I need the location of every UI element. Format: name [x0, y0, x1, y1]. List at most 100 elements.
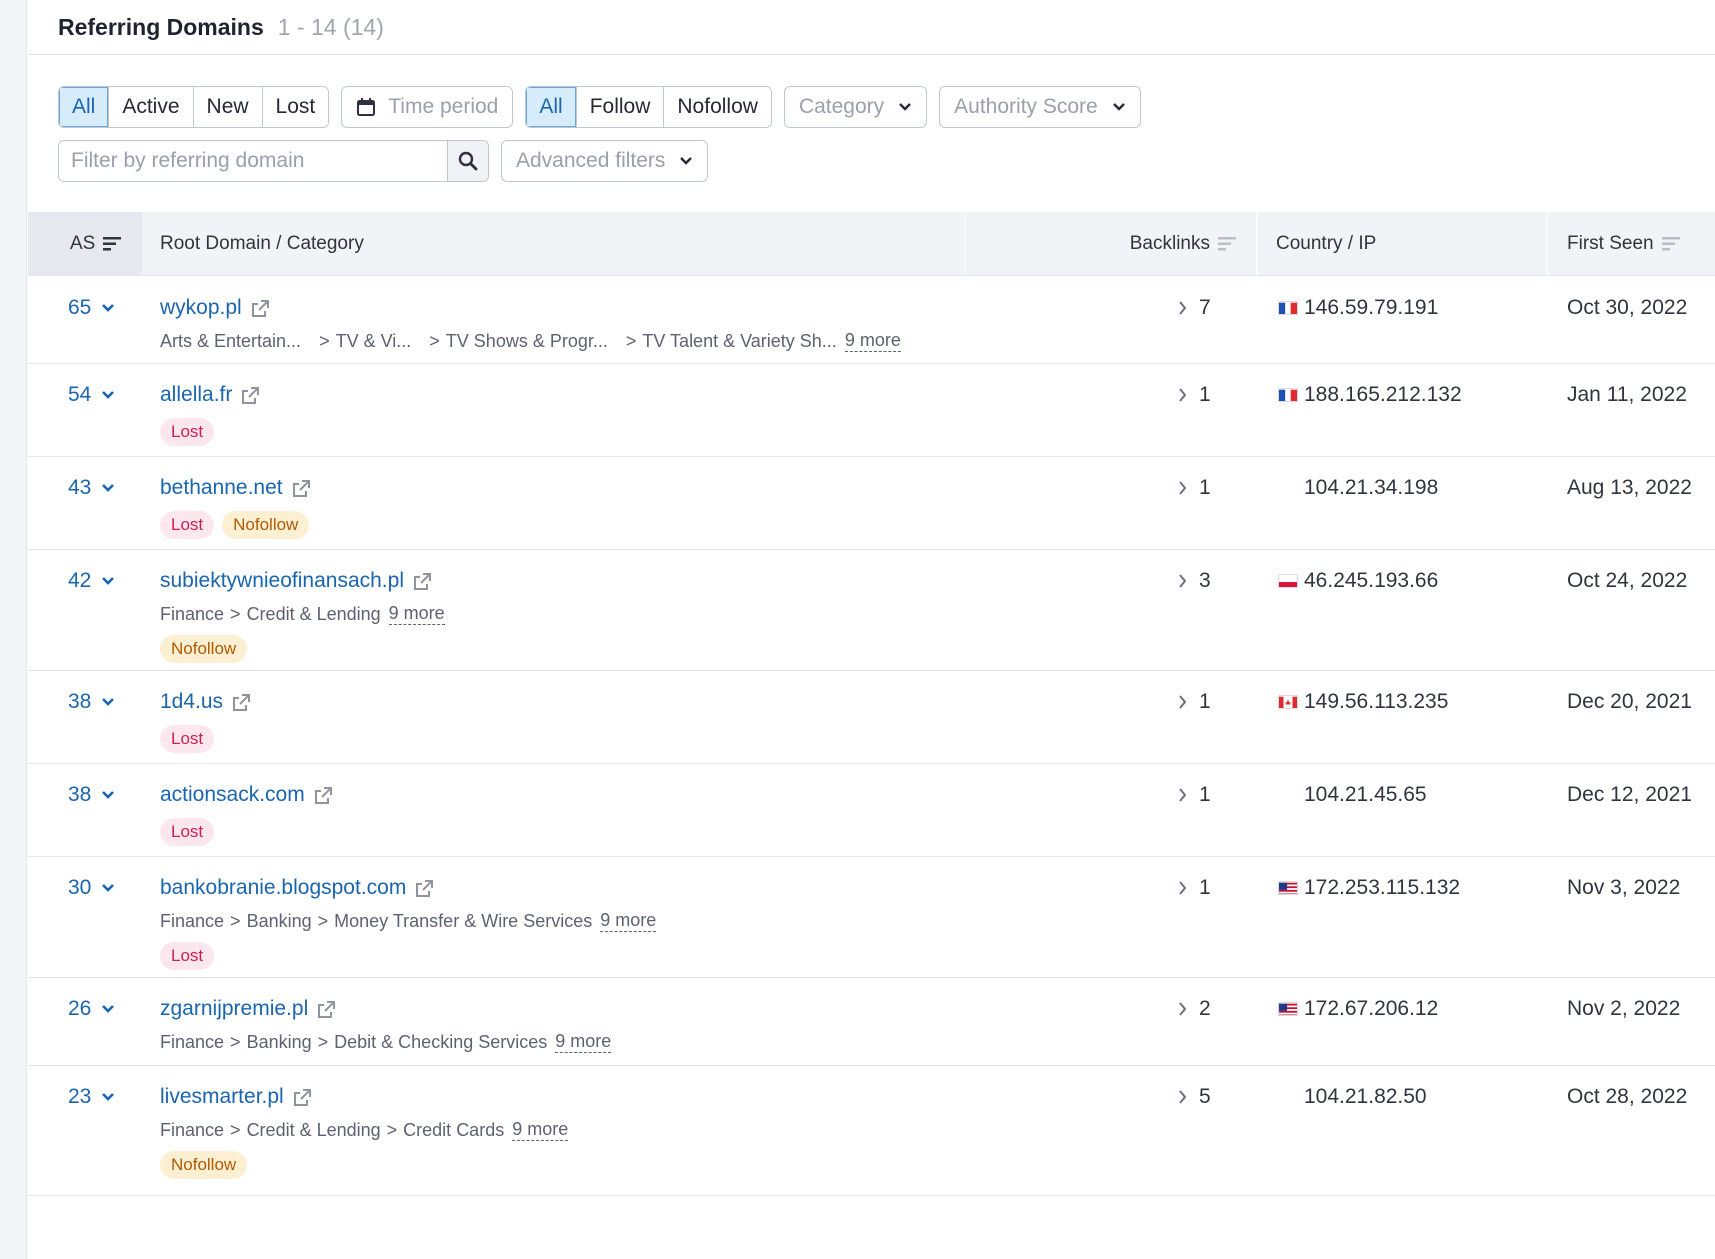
domain-link[interactable]: bethanne.net	[160, 476, 283, 500]
domain-link[interactable]: wykop.pl	[160, 296, 242, 320]
authority-score-dropdown[interactable]: Authority Score	[939, 86, 1141, 128]
left-rail	[0, 0, 27, 1259]
chevron-right-icon	[1178, 1001, 1187, 1017]
time-period-button[interactable]: Time period	[341, 86, 514, 128]
status-filter-new[interactable]: New	[192, 87, 262, 127]
flag-us-icon	[1278, 1002, 1298, 1016]
category-path: Finance > Banking > Debit & Checking Service…	[160, 1030, 960, 1054]
chevron-down-icon	[101, 303, 115, 313]
category-label: Credit Cards	[403, 1119, 505, 1140]
status-filter-lost[interactable]: Lost	[261, 87, 329, 127]
backlinks-count: 1	[1199, 690, 1211, 713]
first-seen-date: Oct 30, 2022	[1567, 296, 1688, 319]
external-link-icon[interactable]	[313, 785, 334, 806]
chevron-down-icon	[1112, 102, 1126, 112]
status-badge: Lost	[160, 942, 215, 970]
category-label: TV & Vi...	[335, 330, 412, 351]
root-domain-cell: allella.fr Lost	[160, 381, 960, 446]
as-cell[interactable]: 30	[68, 876, 115, 900]
as-cell[interactable]: 43	[68, 476, 115, 500]
external-link-icon[interactable]	[250, 298, 271, 319]
status-badge: Lost	[160, 818, 215, 846]
breadcrumb-separator: >	[317, 1031, 329, 1052]
flag-pl-icon	[1278, 574, 1298, 588]
chevron-down-icon	[101, 390, 115, 400]
advanced-filters-dropdown[interactable]: Advanced filters	[501, 140, 709, 182]
backlinks-cell[interactable]: 1	[1178, 476, 1211, 500]
status-badge: Lost	[160, 725, 215, 753]
table-row: 65 wykop.pl Arts & Entertain... > TV & Vi...…	[28, 277, 1715, 364]
chevron-right-icon	[1178, 787, 1187, 803]
breadcrumb-separator: >	[429, 330, 440, 351]
status-filter-active[interactable]: Active	[108, 87, 193, 127]
backlinks-cell[interactable]: 3	[1178, 569, 1211, 593]
flag-fr-icon	[1278, 301, 1298, 315]
country-ip-cell: 172.253.115.132	[1278, 876, 1460, 900]
backlinks-count: 1	[1199, 876, 1211, 899]
column-header-backlinks[interactable]: Backlinks	[967, 212, 1257, 276]
domain-link[interactable]: 1d4.us	[160, 690, 223, 714]
more-categories-link[interactable]: 9 more	[388, 603, 445, 625]
external-link-icon[interactable]	[240, 385, 261, 406]
backlinks-cell[interactable]: 1	[1178, 783, 1211, 807]
status-badge: Nofollow	[160, 635, 248, 663]
advanced-filters-label: Advanced filters	[516, 149, 666, 172]
column-header-as[interactable]: AS	[28, 212, 142, 276]
external-link-icon[interactable]	[291, 478, 312, 499]
link-filter-follow[interactable]: Follow	[575, 87, 664, 127]
domain-link[interactable]: livesmarter.pl	[160, 1085, 284, 1109]
external-link-icon[interactable]	[292, 1087, 313, 1108]
domain-link[interactable]: actionsack.com	[160, 783, 305, 807]
ip-address: 146.59.79.191	[1304, 296, 1439, 319]
external-link-icon[interactable]	[414, 878, 435, 899]
category-label: Credit & Lending	[246, 1119, 381, 1140]
chevron-right-icon	[1178, 480, 1187, 496]
domain-link[interactable]: subiektywnieofinansach.pl	[160, 569, 404, 593]
external-link-icon[interactable]	[412, 571, 433, 592]
external-link-icon[interactable]	[316, 999, 337, 1020]
backlinks-cell[interactable]: 1	[1178, 690, 1211, 714]
backlinks-cell[interactable]: 2	[1178, 997, 1211, 1021]
table-row: 26 zgarnijpremie.pl Finance > Banking > Debit …	[28, 978, 1715, 1066]
category-path: Arts & Entertain... > TV & Vi... > TV Shows …	[160, 329, 960, 353]
more-categories-link[interactable]: 9 more	[555, 1031, 612, 1053]
root-domain-cell: bethanne.net Lost Nofollow	[160, 474, 960, 539]
backlinks-cell[interactable]: 5	[1178, 1085, 1211, 1109]
more-categories-link[interactable]: 9 more	[600, 910, 657, 932]
chevron-down-icon	[101, 697, 115, 707]
as-cell[interactable]: 54	[68, 383, 115, 407]
more-categories-link[interactable]: 9 more	[844, 330, 901, 352]
link-filter-all[interactable]: All	[526, 87, 576, 127]
domain-link[interactable]: bankobranie.blogspot.com	[160, 876, 406, 900]
as-cell[interactable]: 42	[68, 569, 115, 593]
external-link-icon[interactable]	[231, 692, 252, 713]
chevron-down-icon	[101, 883, 115, 893]
country-ip-cell: 104.21.45.65	[1278, 783, 1427, 807]
status-badge: Nofollow	[222, 511, 310, 539]
chevron-down-icon	[101, 483, 115, 493]
domain-link[interactable]: allella.fr	[160, 383, 232, 407]
breadcrumb-separator: >	[230, 1031, 241, 1052]
as-cell[interactable]: 23	[68, 1085, 115, 1109]
status-filter-all[interactable]: All	[59, 87, 109, 127]
column-header-first-seen[interactable]: First Seen	[1549, 212, 1715, 276]
sort-icon	[103, 236, 122, 252]
as-cell[interactable]: 38	[68, 783, 115, 807]
backlinks-cell[interactable]: 1	[1178, 383, 1211, 407]
as-cell[interactable]: 65	[68, 296, 115, 320]
as-cell[interactable]: 26	[68, 997, 115, 1021]
chevron-right-icon	[1178, 387, 1187, 403]
search-input[interactable]	[59, 141, 447, 181]
backlinks-cell[interactable]: 1	[1178, 876, 1211, 900]
category-dropdown[interactable]: Category	[783, 86, 928, 128]
more-categories-link[interactable]: 9 more	[512, 1119, 569, 1141]
as-cell[interactable]: 38	[68, 690, 115, 714]
link-filter-nofollow[interactable]: Nofollow	[663, 87, 771, 127]
search-button[interactable]	[447, 141, 488, 181]
backlinks-cell[interactable]: 7	[1178, 296, 1211, 320]
chevron-down-icon	[101, 790, 115, 800]
domain-link[interactable]: zgarnijpremie.pl	[160, 997, 308, 1021]
flag-ca-icon	[1278, 695, 1298, 709]
category-label: TV Talent & Variety Sh...	[642, 330, 837, 351]
table-row: 54 allella.fr Lost 1 188.165.212.132 Jan 11, …	[28, 364, 1715, 457]
